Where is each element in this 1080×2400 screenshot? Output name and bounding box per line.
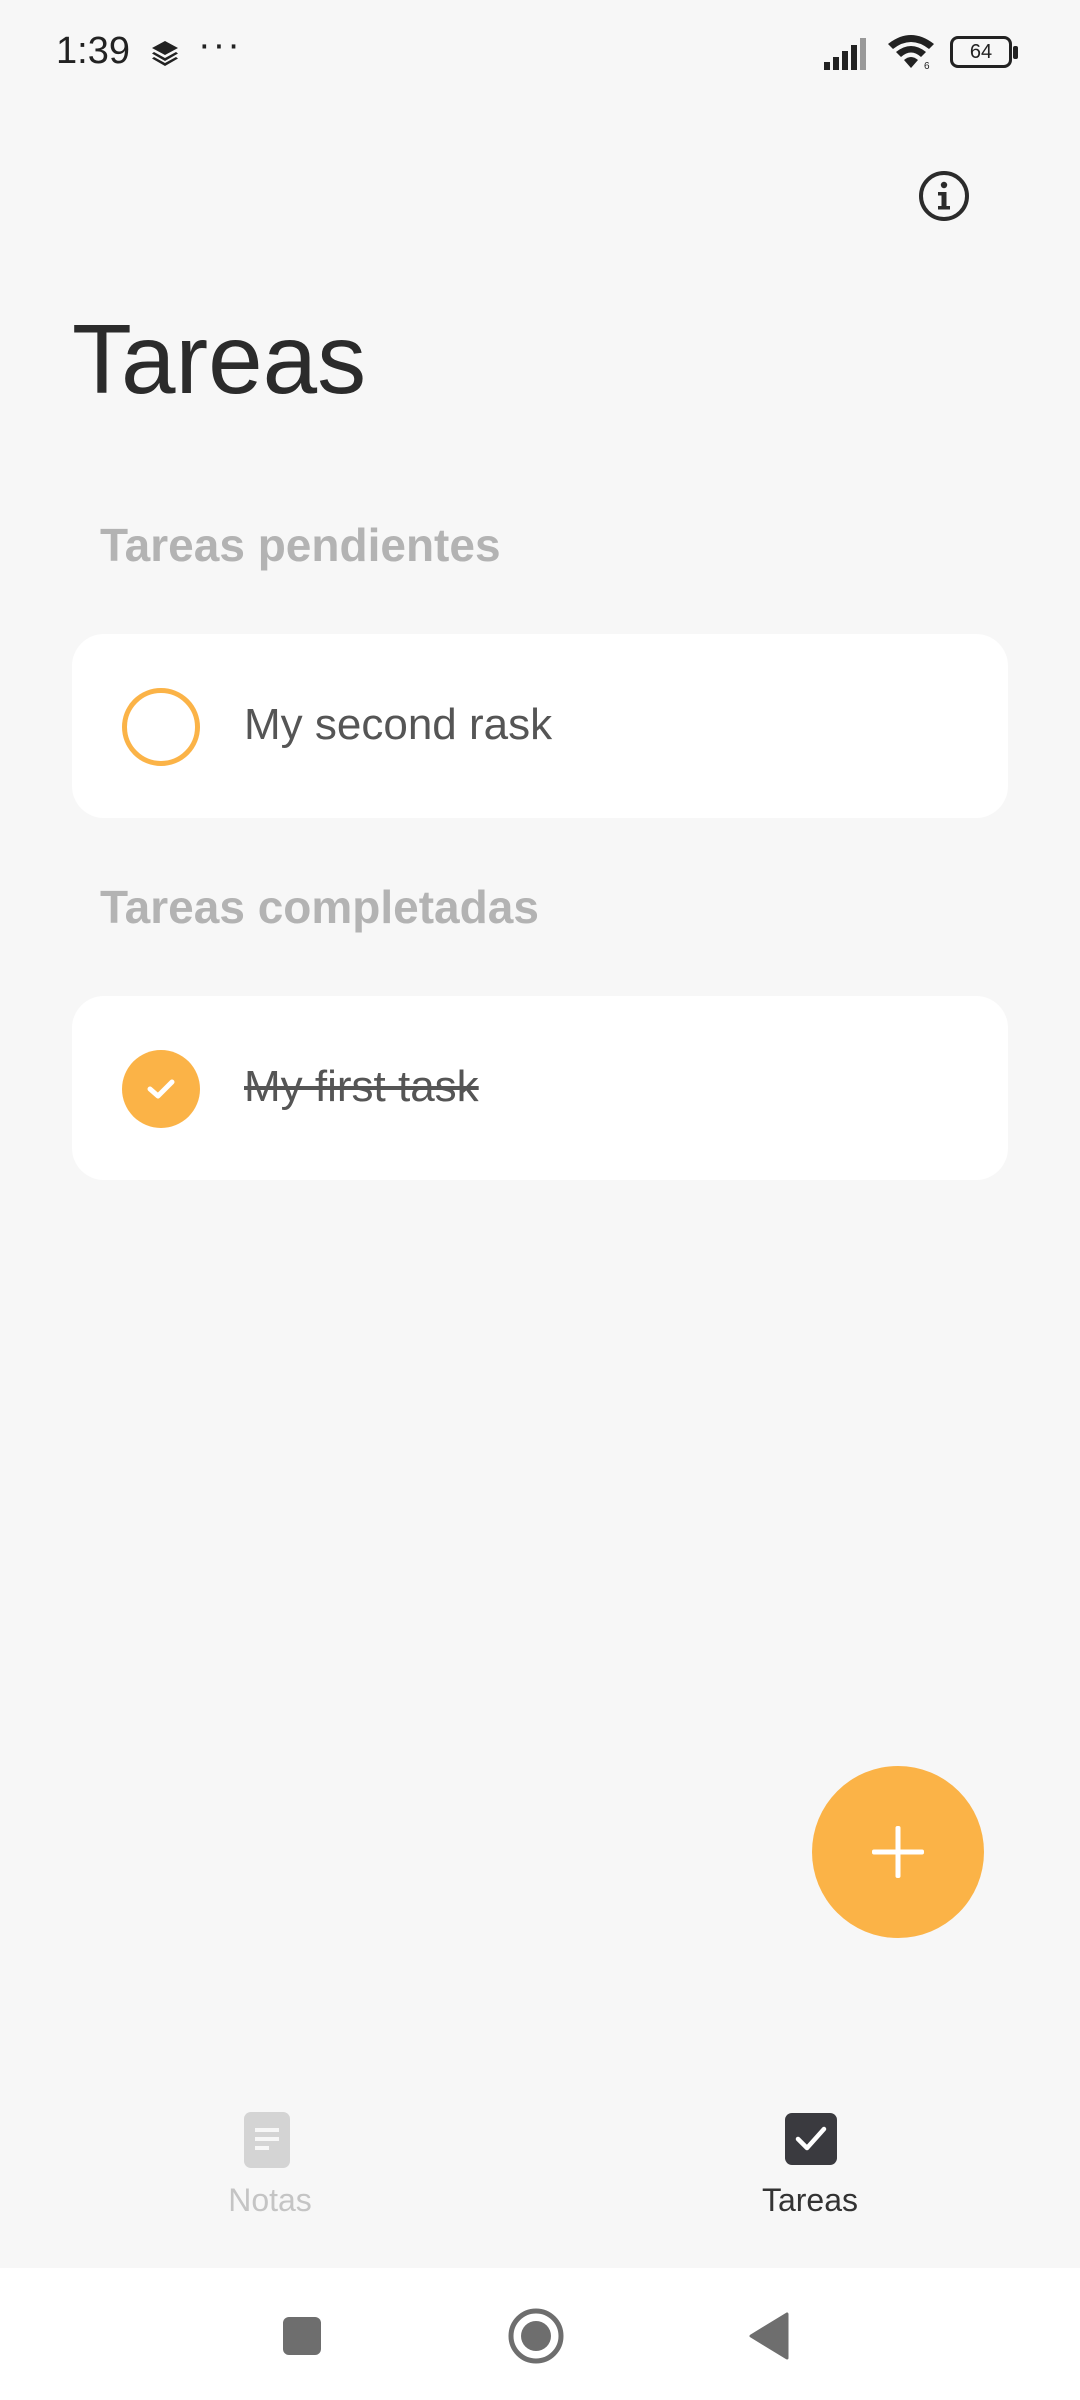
info-icon — [919, 171, 969, 221]
triangle-back-icon — [749, 2312, 789, 2360]
section-pending-label: Tareas pendientes — [100, 519, 501, 571]
task-card-completed[interactable]: My first task — [72, 996, 1008, 1180]
battery-level: 64 — [950, 36, 1012, 68]
bottom-navigation: Notas Tareas — [0, 2090, 1080, 2268]
task-text: My second rask — [244, 700, 553, 749]
nav-label-notes: Notas — [228, 2182, 312, 2218]
checkmark-icon — [147, 1079, 175, 1099]
page-title: Tareas — [72, 304, 367, 414]
svg-text:6: 6 — [924, 61, 930, 70]
more-notifications-icon: ··· — [198, 24, 242, 66]
tasks-screen: 1:39 ··· 6 64 Tareas Tareas pendientes M… — [0, 0, 1080, 2400]
battery-icon: 64 — [950, 36, 1018, 70]
notes-icon — [244, 2112, 290, 2168]
status-bar: 1:39 ··· 6 64 — [0, 0, 1080, 110]
info-button[interactable] — [916, 168, 972, 224]
task-text-completed: My first task — [244, 1062, 479, 1111]
back-button[interactable] — [740, 2306, 800, 2366]
nav-label-tasks: Tareas — [761, 2182, 859, 2218]
layers-icon — [150, 38, 180, 68]
task-checkbox-checked[interactable] — [122, 1050, 200, 1128]
add-task-button[interactable] — [812, 1766, 984, 1938]
home-button[interactable] — [506, 2306, 566, 2366]
plus-icon — [872, 1826, 924, 1878]
nav-item-notes[interactable]: Notas — [120, 2110, 420, 2260]
signal-icon — [824, 36, 874, 75]
tasks-checkbox-icon — [785, 2113, 837, 2165]
section-completed-label: Tareas completadas — [100, 881, 539, 933]
status-time: 1:39 — [56, 30, 130, 72]
recent-apps-button[interactable] — [272, 2306, 332, 2366]
circle-home-icon — [508, 2308, 564, 2364]
square-recent-icon — [283, 2317, 321, 2355]
system-navigation-bar — [0, 2268, 1080, 2400]
nav-item-tasks[interactable]: Tareas — [660, 2110, 960, 2260]
battery-tip — [1013, 46, 1018, 59]
task-card-pending[interactable]: My second rask — [72, 634, 1008, 818]
task-checkbox-unchecked[interactable] — [122, 688, 200, 766]
wifi-icon: 6 — [886, 32, 936, 75]
